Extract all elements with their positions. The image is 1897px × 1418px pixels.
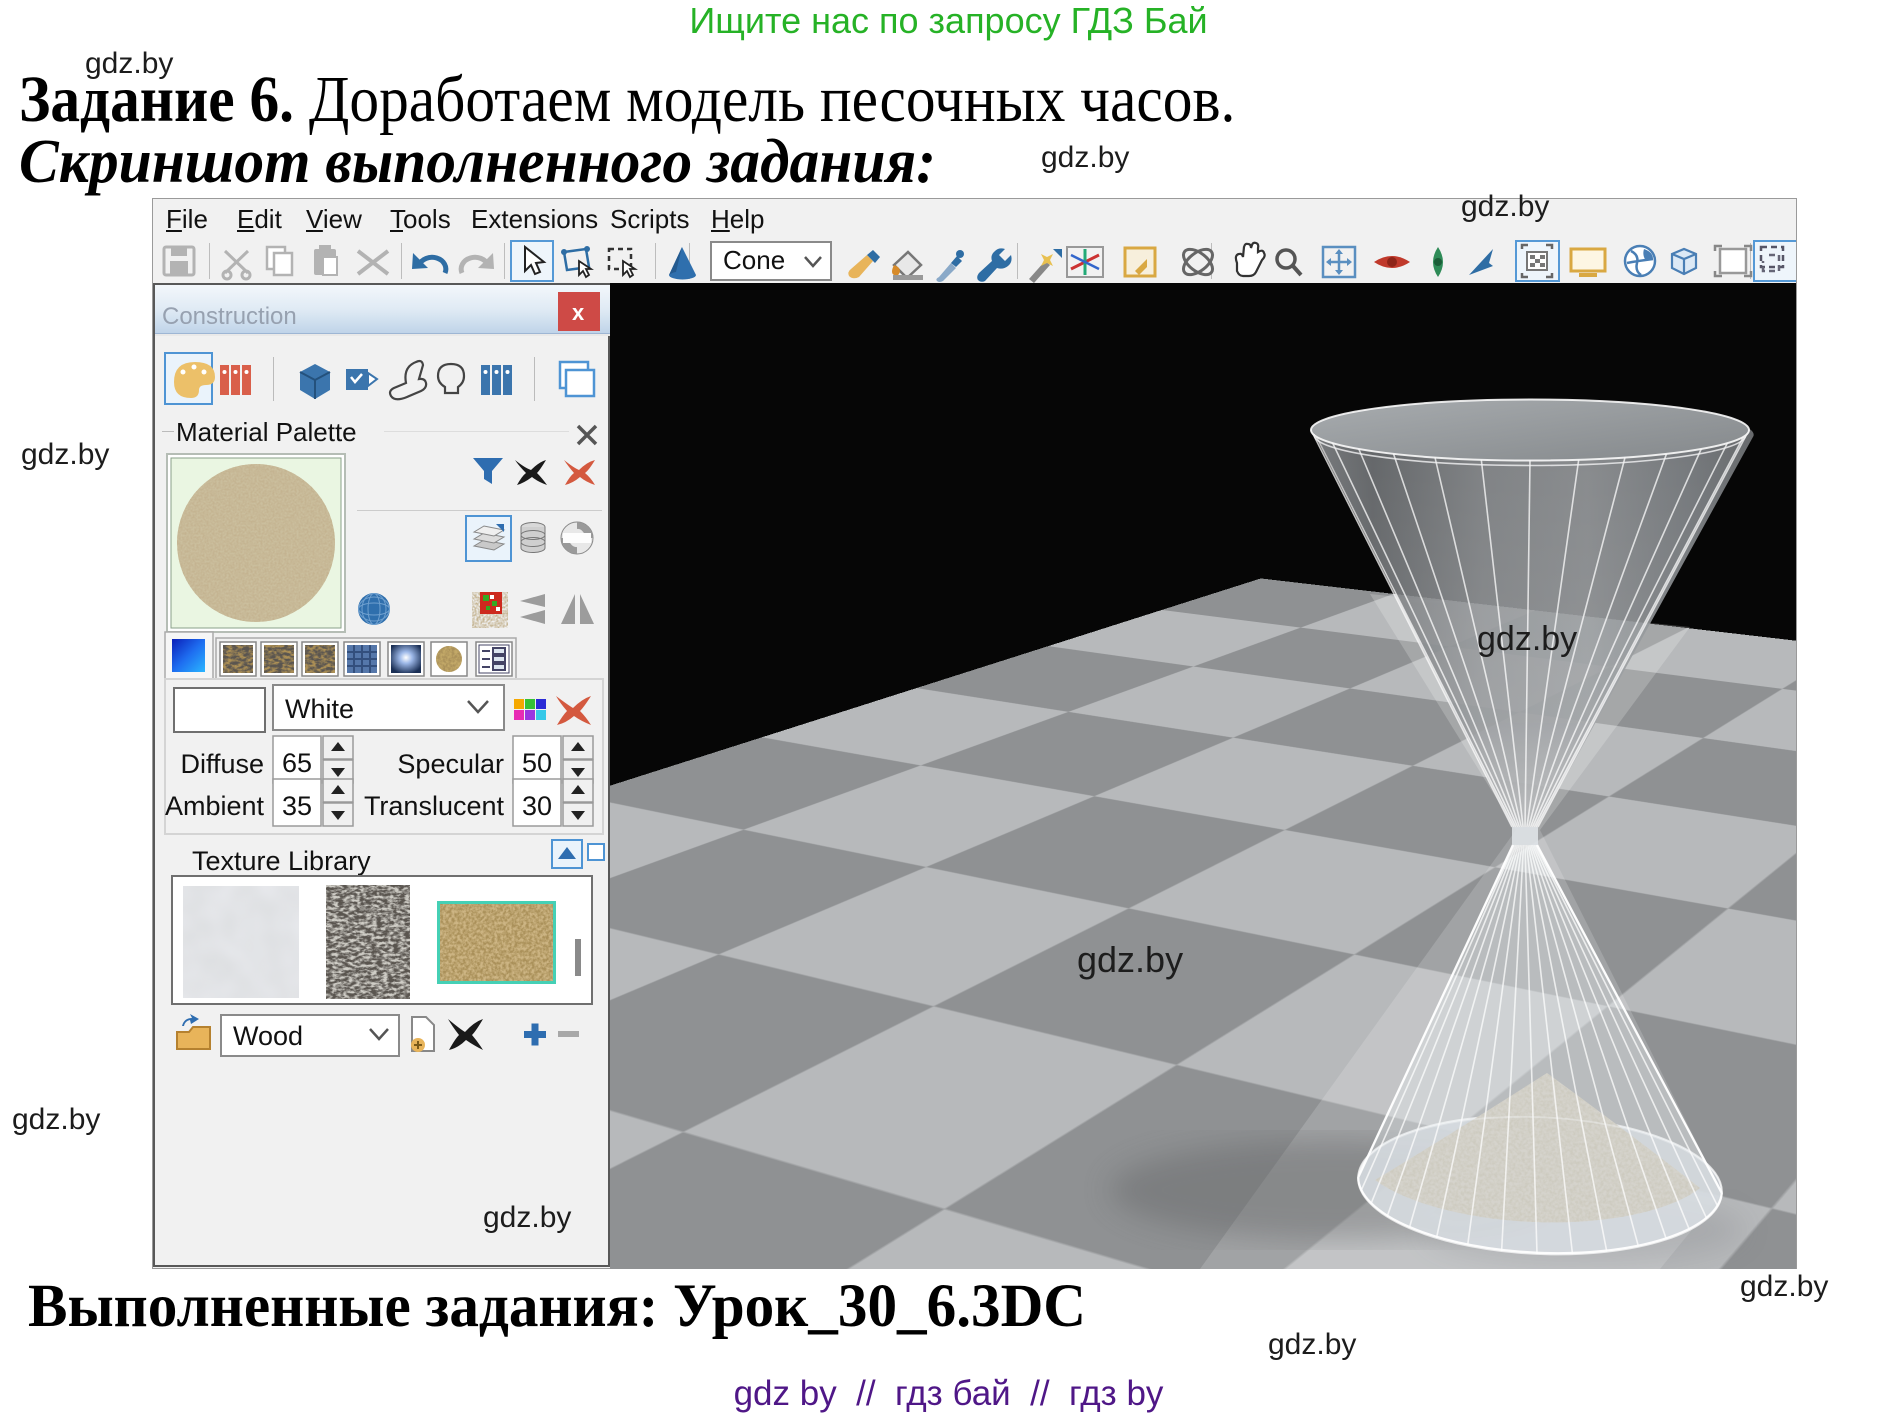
svg-text:50: 50 — [522, 748, 552, 778]
svg-text:Wood: Wood — [233, 1021, 303, 1051]
svg-text:White: White — [285, 694, 354, 724]
svg-text:gdz.by: gdz.by — [1477, 620, 1577, 658]
svg-text:35: 35 — [282, 791, 312, 821]
svg-text:gdz.by: gdz.by — [1077, 939, 1183, 980]
svg-text:Cone: Cone — [723, 245, 785, 275]
svg-text:Material Palette: Material Palette — [176, 417, 357, 447]
svg-text:x: x — [572, 300, 585, 325]
svg-text:65: 65 — [282, 748, 312, 778]
svg-text:Translucent: Translucent — [364, 791, 505, 821]
svg-text:Diffuse: Diffuse — [180, 749, 264, 779]
svg-text:Ambient: Ambient — [165, 791, 265, 821]
svg-text:Specular: Specular — [397, 749, 504, 779]
svg-text:Texture Library: Texture Library — [192, 846, 371, 876]
svg-text:30: 30 — [522, 791, 552, 821]
svg-text:Construction: Construction — [162, 303, 297, 330]
